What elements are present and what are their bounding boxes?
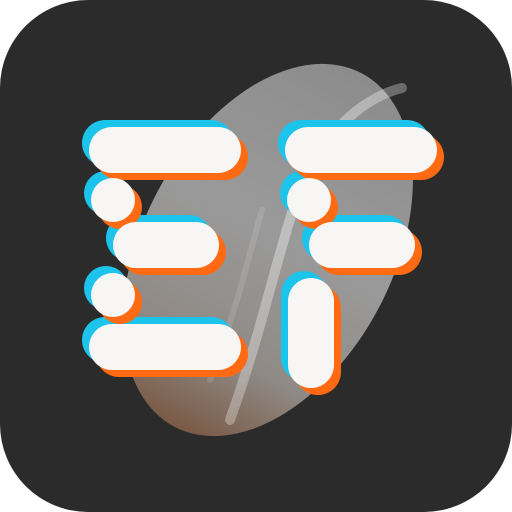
app-icon xyxy=(0,0,512,512)
canvas xyxy=(0,0,512,512)
